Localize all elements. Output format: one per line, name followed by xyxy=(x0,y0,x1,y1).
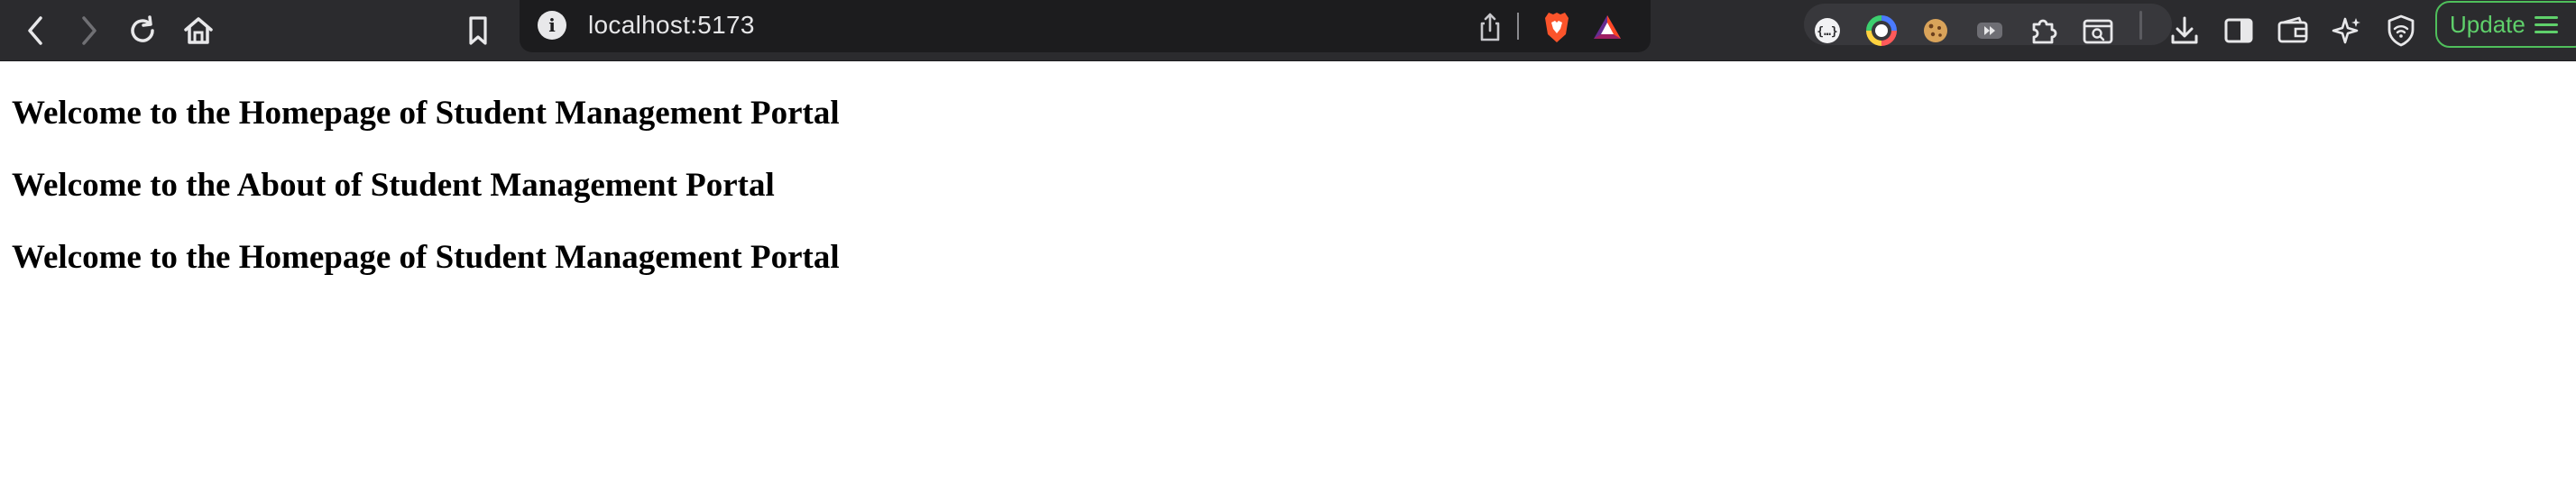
ext-json-icon: {…} xyxy=(1815,18,1840,43)
ext-cookie-icon xyxy=(1924,19,1947,42)
page-heading-3: Welcome to the Homepage of Student Manag… xyxy=(12,239,840,276)
chevron-right-icon xyxy=(82,16,97,45)
chevron-left-icon xyxy=(28,16,42,45)
url-text[interactable]: localhost:5173 xyxy=(588,9,755,41)
puzzle-extensions-icon xyxy=(2032,19,2057,44)
brave-shields-icon xyxy=(1545,13,1569,42)
page-heading-2: Welcome to the About of Student Manageme… xyxy=(12,167,775,204)
wallet-icon xyxy=(2277,16,2308,43)
ext-color-picker-icon xyxy=(1866,15,1897,46)
home-button[interactable] xyxy=(173,5,224,56)
brave-shields-button[interactable] xyxy=(1532,2,1582,52)
back-button[interactable] xyxy=(11,5,61,56)
downloads-button[interactable] xyxy=(2159,5,2210,56)
info-icon[interactable]: i xyxy=(538,11,566,40)
leo-ai-button[interactable] xyxy=(2322,5,2372,56)
vpn-icon xyxy=(2387,14,2415,47)
sidebar-icon xyxy=(2224,18,2253,43)
share-icon xyxy=(1480,13,1500,41)
home-icon xyxy=(184,17,213,44)
ext-color-picker-button[interactable] xyxy=(1856,5,1907,56)
wallet-button[interactable] xyxy=(2268,5,2318,56)
address-separator xyxy=(1517,13,1519,40)
reload-icon xyxy=(131,15,154,42)
ext-media-button[interactable] xyxy=(1964,5,2015,56)
update-button[interactable]: Update xyxy=(2435,1,2576,48)
bookmark-button[interactable] xyxy=(453,5,503,56)
vpn-button[interactable] xyxy=(2376,5,2426,56)
brave-rewards-icon xyxy=(1594,15,1621,39)
forward-button[interactable] xyxy=(63,5,114,56)
hamburger-menu-icon xyxy=(2534,15,2558,33)
ext-search-button[interactable] xyxy=(2073,5,2123,56)
brave-rewards-button[interactable] xyxy=(1582,2,1633,52)
download-icon xyxy=(2171,16,2198,44)
address-bar[interactable]: i localhost:5173 xyxy=(520,0,1651,52)
extensions-button[interactable] xyxy=(2019,5,2069,56)
bookmark-icon xyxy=(469,16,487,45)
sidebar-button[interactable] xyxy=(2213,5,2264,56)
ext-cookie-button[interactable] xyxy=(1910,5,1961,56)
update-label: Update xyxy=(2450,10,2525,38)
svg-text:{…}: {…} xyxy=(1817,25,1837,39)
browser-toolbar: i localhost:5173 {…} Update xyxy=(0,0,2576,61)
toolbar-separator xyxy=(2139,11,2142,40)
ext-json-button[interactable]: {…} xyxy=(1802,5,1853,56)
reload-button[interactable] xyxy=(117,5,168,56)
page-heading-1: Welcome to the Homepage of Student Manag… xyxy=(12,95,840,132)
leo-ai-icon xyxy=(2332,17,2360,44)
ext-media-icon xyxy=(1977,23,2002,39)
share-button[interactable] xyxy=(1465,2,1515,52)
ext-search-icon xyxy=(2083,19,2113,44)
